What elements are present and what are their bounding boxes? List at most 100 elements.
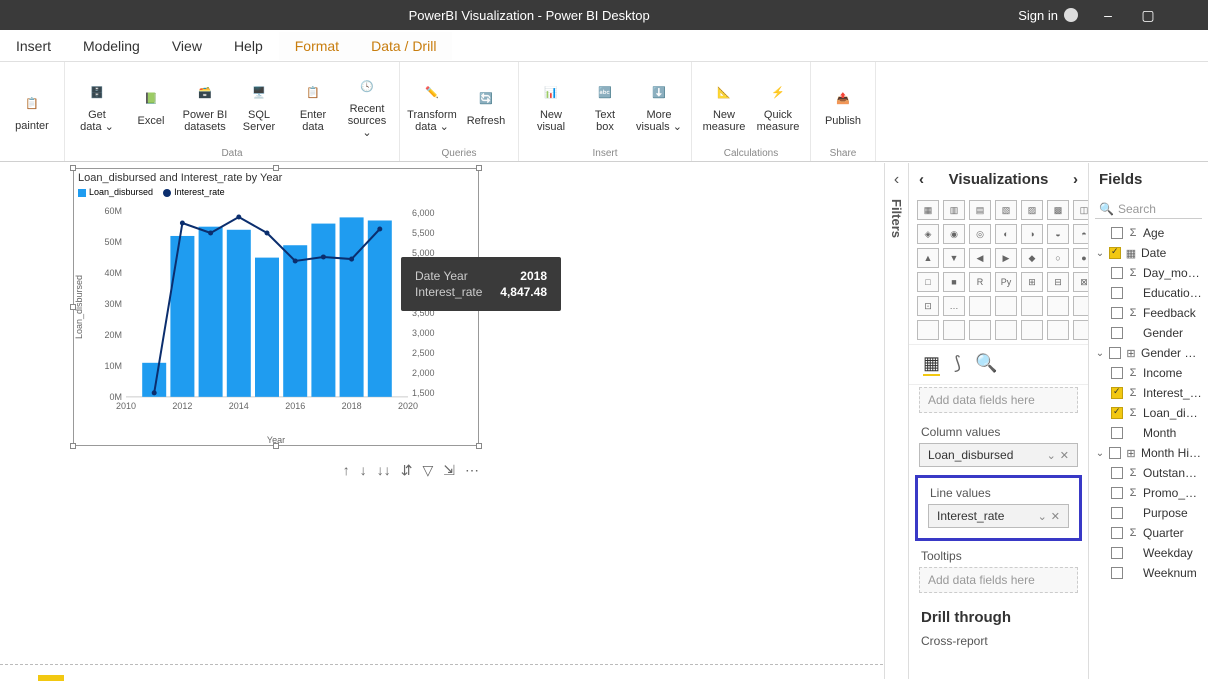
viz-type-icon[interactable] [969,320,991,340]
viz-type-icon[interactable]: ◆ [1021,248,1043,268]
ribbon-enterdata-button[interactable]: 📋Enter data [289,79,337,133]
viz-type-icon[interactable] [1073,296,1088,316]
ribbon-refresh-button[interactable]: 🔄Refresh [462,85,510,127]
viz-type-icon[interactable]: ▲ [917,248,939,268]
chart-action-icon[interactable]: ▽ [422,462,433,479]
menu-format[interactable]: Format [279,32,355,60]
field-item[interactable]: Gender [1089,323,1208,343]
field-item[interactable]: ⌄⊞Gender Hie... [1089,343,1208,363]
chart-action-icon[interactable]: ⇲ [443,462,455,479]
menu-datadrill[interactable]: Data / Drill [355,32,452,60]
minimize-button[interactable]: – [1088,7,1128,23]
viz-type-icon[interactable]: □ [917,272,939,292]
viz-type-icon[interactable] [1047,320,1069,340]
viz-type-icon[interactable]: ◐ [995,224,1017,244]
page-tabs[interactable] [0,664,883,679]
chart-action-icon[interactable]: ↓↓ [377,462,391,478]
viz-type-icon[interactable]: ○ [1047,248,1069,268]
resize-handle[interactable] [476,165,482,171]
ribbon-quickmeasure-button[interactable]: ⚡Quick measure [754,79,802,133]
chart-action-icon[interactable]: ⇵ [401,462,413,479]
field-item[interactable]: ΣInterest_rate [1089,383,1208,403]
viz-type-icon[interactable] [995,320,1017,340]
ribbon-powerbidatasets-button[interactable]: 🗃️Power BI datasets [181,79,229,133]
ribbon-recentsources-button[interactable]: 🕓Recent sources ⌄ [343,73,391,139]
viz-type-icon[interactable]: ◎ [969,224,991,244]
remove-icon[interactable]: ✕ [1051,510,1060,523]
viz-type-icon[interactable]: ⊟ [1047,272,1069,292]
viz-type-icon[interactable]: ▨ [1021,200,1043,220]
viz-type-icon[interactable]: ◒ [1047,224,1069,244]
chart-action-icon[interactable]: ↑ [343,462,350,478]
ribbon-getdata-button[interactable]: 🗄️Get data ⌄ [73,79,121,133]
viz-type-icon[interactable]: ● [1073,248,1088,268]
viz-type-icon[interactable]: ⊡ [917,296,939,316]
resize-handle[interactable] [70,443,76,449]
field-item[interactable]: Education_l... [1089,283,1208,303]
field-item[interactable]: Weekday [1089,543,1208,563]
column-values-pill[interactable]: Loan_disbursed ⌄✕ [919,443,1078,467]
viz-type-icon[interactable] [943,320,965,340]
ribbon-newmeasure-button[interactable]: 📐New measure [700,79,748,133]
resize-handle[interactable] [476,443,482,449]
fields-search[interactable]: 🔍 Search [1095,200,1202,219]
menu-view[interactable]: View [156,32,218,60]
ribbon-transformdata-button[interactable]: ✏️Transform data ⌄ [408,79,456,133]
field-item[interactable]: ΣLoan_disbu... [1089,403,1208,423]
viz-type-icon[interactable] [1047,296,1069,316]
filters-panel-collapsed[interactable]: ‹ Filters [884,163,908,679]
viz-type-icon[interactable]: ■ [943,272,965,292]
field-item[interactable]: ΣPromo_Ca... [1089,483,1208,503]
viz-type-icon[interactable]: ▶ [995,248,1017,268]
resize-handle[interactable] [273,165,279,171]
line-values-pill[interactable]: Interest_rate ⌄✕ [928,504,1069,528]
menu-insert[interactable]: Insert [0,32,67,60]
axis-well[interactable]: Add data fields here [919,387,1078,413]
viz-type-icon[interactable]: Py [995,272,1017,292]
viz-type-icon[interactable]: ◀ [969,248,991,268]
field-item[interactable]: ⌄⊞Month Hier... [1089,443,1208,463]
chart-action-icon[interactable]: ⋯ [465,462,479,479]
signin-button[interactable]: Sign in [1018,8,1078,23]
viz-type-icon[interactable]: ▩ [1047,200,1069,220]
viz-type-icon[interactable] [1021,320,1043,340]
ribbon-textbox-button[interactable]: 🔤Text box [581,79,629,133]
field-item[interactable]: ⌄▦Date [1089,243,1208,263]
remove-icon[interactable]: ✕ [1060,449,1069,462]
viz-type-icon[interactable]: ▤ [969,200,991,220]
maximize-button[interactable]: ▢ [1128,7,1168,24]
tooltips-well[interactable]: Add data fields here [919,567,1078,593]
chevron-right-icon[interactable]: › [1073,171,1078,188]
chevron-down-icon[interactable]: ⌄ [1047,449,1056,462]
viz-type-icon[interactable]: ◓ [1073,224,1088,244]
viz-type-icon[interactable]: ⊠ [1073,272,1088,292]
format-tab[interactable]: ⟆ [954,353,961,376]
chart-action-icon[interactable]: ↓ [360,462,367,478]
viz-type-icon[interactable] [969,296,991,316]
viz-type-icon[interactable]: ▧ [995,200,1017,220]
fields-tab[interactable]: ▦ [923,353,940,376]
ribbon-painter-button[interactable]: 📋painter [8,90,56,132]
menu-help[interactable]: Help [218,32,279,60]
field-item[interactable]: ΣAge [1089,223,1208,243]
viz-type-icon[interactable] [1021,296,1043,316]
analytics-tab[interactable]: 🔍 [975,353,997,376]
field-item[interactable]: ΣQuarter [1089,523,1208,543]
ribbon-publish-button[interactable]: 📤Publish [819,85,867,127]
chevron-down-icon[interactable]: ⌄ [1038,510,1047,523]
viz-type-icon[interactable]: ▼ [943,248,965,268]
field-item[interactable]: ΣDay_month [1089,263,1208,283]
viz-type-icon[interactable]: … [943,296,965,316]
page-tab[interactable] [38,675,64,681]
resize-handle[interactable] [70,165,76,171]
viz-type-icon[interactable]: ◉ [943,224,965,244]
canvas[interactable]: Loan_disbursed and Interest_rate by Year… [0,163,883,664]
field-item[interactable]: ΣOutstandin... [1089,463,1208,483]
ribbon-sqlserver-button[interactable]: 🖥️SQL Server [235,79,283,133]
field-item[interactable]: Purpose [1089,503,1208,523]
field-item[interactable]: ΣFeedback [1089,303,1208,323]
viz-type-icon[interactable]: ◫ [1073,200,1088,220]
ribbon-morevisuals-button[interactable]: ⬇️More visuals ⌄ [635,79,683,133]
field-item[interactable]: Month [1089,423,1208,443]
viz-type-icon[interactable]: ▥ [943,200,965,220]
